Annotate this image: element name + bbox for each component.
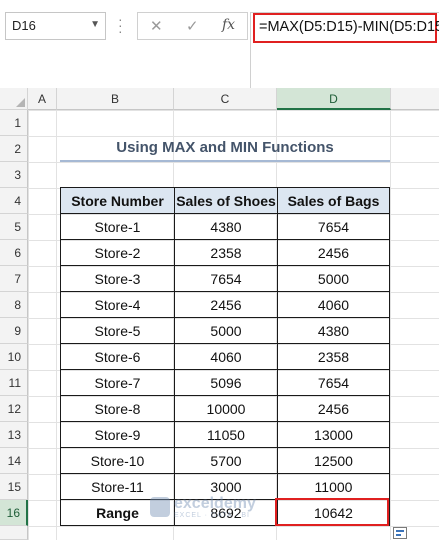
watermark-tagline: EXCEL · DATA · BI [174, 512, 250, 519]
shoes-cell[interactable]: 10000 [174, 395, 278, 422]
row-header[interactable]: 1 [0, 110, 28, 136]
row-header[interactable]: 13 [0, 422, 28, 448]
row-header-selected[interactable]: 16 [0, 500, 28, 526]
header-sales-shoes[interactable]: Sales of Shoes [174, 187, 278, 214]
bags-cell[interactable]: 12500 [277, 447, 390, 474]
column-header-a[interactable]: A [28, 88, 57, 110]
row-header[interactable]: 11 [0, 370, 28, 396]
bags-cell[interactable]: 5000 [277, 265, 390, 292]
bags-cell[interactable]: 7654 [277, 213, 390, 240]
drag-handle-icon[interactable]: · · · [118, 12, 123, 38]
bags-cell[interactable]: 2358 [277, 343, 390, 370]
sales-table: Store Number Sales of Shoes Sales of Bag… [60, 187, 390, 526]
store-cell[interactable]: Store-5 [60, 317, 175, 344]
column-header-c[interactable]: C [174, 88, 277, 110]
enter-icon[interactable]: ✓ [186, 17, 199, 35]
table-row: Store-1 4380 7654 [60, 213, 390, 240]
store-cell[interactable]: Store-2 [60, 239, 175, 266]
cancel-icon[interactable]: ✕ [150, 17, 163, 35]
insert-function-icon[interactable]: fx [222, 17, 235, 33]
shoes-cell[interactable]: 11050 [174, 421, 278, 448]
table-row: Store-6 4060 2358 [60, 343, 390, 370]
name-box[interactable]: D16 ▼ [5, 12, 106, 40]
quick-analysis-icon[interactable] [393, 527, 407, 539]
name-box-value: D16 [12, 18, 36, 33]
table-row: Store-2 2358 2456 [60, 239, 390, 266]
title-underline [60, 160, 390, 162]
table-row: Store-3 7654 5000 [60, 265, 390, 292]
bags-cell[interactable]: 4060 [277, 291, 390, 318]
shoes-cell[interactable]: 5096 [174, 369, 278, 396]
chevron-down-icon[interactable]: ▼ [90, 19, 100, 30]
shoes-cell[interactable]: 5700 [174, 447, 278, 474]
column-header-d[interactable]: D [277, 88, 391, 110]
row-header[interactable]: 12 [0, 396, 28, 422]
shoes-cell[interactable]: 5000 [174, 317, 278, 344]
store-cell[interactable]: Store-4 [60, 291, 175, 318]
store-cell[interactable]: Store-6 [60, 343, 175, 370]
gridline [56, 110, 57, 540]
bags-cell[interactable]: 2456 [277, 239, 390, 266]
shoes-cell[interactable]: 4380 [174, 213, 278, 240]
store-cell[interactable]: Store-7 [60, 369, 175, 396]
exceldemy-logo-icon [150, 497, 170, 517]
table-row: Store-10 5700 12500 [60, 447, 390, 474]
row-header[interactable]: 4 [0, 188, 28, 214]
store-cell[interactable]: Store-8 [60, 395, 175, 422]
store-cell[interactable]: Store-3 [60, 265, 175, 292]
row-header[interactable]: 6 [0, 240, 28, 266]
row-header[interactable]: 8 [0, 292, 28, 318]
formula-input[interactable]: =MAX(D5:D15)-MIN(D5:D15) [253, 13, 439, 43]
row-header[interactable]: 14 [0, 448, 28, 474]
row-header[interactable] [0, 526, 28, 540]
store-cell[interactable]: Store-9 [60, 421, 175, 448]
store-cell[interactable]: Store-1 [60, 213, 175, 240]
store-cell[interactable]: Store-10 [60, 447, 175, 474]
shoes-cell[interactable]: 7654 [174, 265, 278, 292]
watermark-name: exceldemy [174, 495, 256, 512]
bags-cell[interactable]: 4380 [277, 317, 390, 344]
row-header[interactable]: 10 [0, 344, 28, 370]
bags-cell[interactable]: 2456 [277, 395, 390, 422]
formula-text: =MAX(D5:D15)-MIN(D5:D15) [259, 19, 439, 35]
row-header[interactable]: 3 [0, 162, 28, 188]
select-all-icon [16, 98, 25, 107]
shoes-cell[interactable]: 4060 [174, 343, 278, 370]
table-row: Store-8 10000 2456 [60, 395, 390, 422]
select-all-button[interactable] [0, 88, 28, 110]
shoes-cell[interactable]: 2358 [174, 239, 278, 266]
table-row: Store-9 11050 13000 [60, 421, 390, 448]
header-store-number[interactable]: Store Number [60, 187, 175, 214]
table-row: Store-4 2456 4060 [60, 291, 390, 318]
formula-bar: D16 ▼ · · · ✕ ✓ fx =MAX(D5:D15)-MIN(D5:D15… [0, 0, 439, 88]
table-row: Store-7 5096 7654 [60, 369, 390, 396]
column-header-e[interactable] [391, 88, 439, 110]
table-header-row: Store Number Sales of Shoes Sales of Bag… [60, 187, 390, 214]
header-sales-bags[interactable]: Sales of Bags [277, 187, 390, 214]
formula-buttons: ✕ ✓ fx [137, 12, 248, 40]
bags-cell[interactable]: 7654 [277, 369, 390, 396]
row-header[interactable]: 5 [0, 214, 28, 240]
sheet-title: Using MAX and MIN Functions [116, 139, 334, 156]
shoes-cell[interactable]: 2456 [174, 291, 278, 318]
bags-cell[interactable]: 13000 [277, 421, 390, 448]
row-header[interactable]: 2 [0, 136, 28, 162]
active-cell-highlight [275, 498, 389, 526]
row-header[interactable]: 7 [0, 266, 28, 292]
gridline [390, 110, 391, 540]
column-header-b[interactable]: B [57, 88, 174, 110]
row-header[interactable]: 9 [0, 318, 28, 344]
row-header[interactable]: 15 [0, 474, 28, 500]
table-row: Store-5 5000 4380 [60, 317, 390, 344]
